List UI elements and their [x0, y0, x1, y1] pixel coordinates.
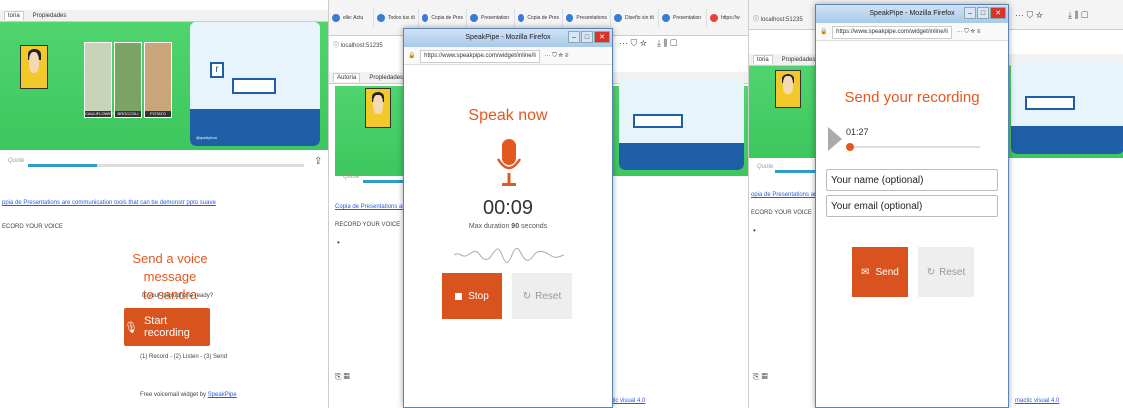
- tab-propiedades[interactable]: Propiedades: [30, 12, 70, 20]
- lock-icon: 🔒: [820, 29, 828, 35]
- window-controls: – □ ✕: [964, 7, 1006, 19]
- slide-progress-bar[interactable]: [775, 170, 815, 173]
- screenshot-panel-3: ⓘ localhost:51235 ··· ⛉ ☆ ⤓ ⫼ ▢ toria Pr…: [748, 0, 1123, 408]
- close-icon[interactable]: ✕: [594, 31, 610, 43]
- mic-question: Is your microphone ready?: [142, 293, 214, 299]
- speak-now-heading: Speak now: [468, 107, 548, 124]
- recording-timer: 00:09: [482, 197, 534, 219]
- slide-progress-bar[interactable]: [28, 164, 304, 167]
- card-broccoli: BROCCOLI: [114, 42, 142, 118]
- slide-preview: [1011, 62, 1123, 154]
- record-label: ECORD YOUR VOICE: [751, 210, 812, 216]
- send-recording-heading: Send your recording: [844, 89, 980, 106]
- toolbar-icons[interactable]: ··· ⛉ ☆ ⤓ ⫼ ▢: [1015, 10, 1088, 21]
- reset-icon: ↻: [926, 266, 936, 278]
- record-label: ECORD YOUR VOICE: [2, 224, 63, 230]
- editor-tabs: toria Propiedades: [0, 10, 328, 22]
- editor-icons[interactable]: ⎘ ▦: [335, 372, 350, 382]
- max-duration: Max duration 90 seconds: [468, 223, 548, 230]
- answer-boxes: [633, 114, 683, 128]
- answer-boxes: [1025, 96, 1075, 110]
- slide-footer: @quizlyhoo: [196, 135, 217, 140]
- browser-tab[interactable]: Copia de Pres: [515, 9, 563, 27]
- avatar: [20, 45, 48, 89]
- playback-time: 01:27: [846, 127, 869, 137]
- share-icon[interactable]: ⇪: [314, 156, 322, 167]
- speakpipe-window: SpeakPipe - Mozilla Firefox – □ ✕ 🔒 http…: [403, 28, 613, 408]
- tab-propiedades[interactable]: Propiedades: [779, 56, 819, 64]
- stop-icon: [455, 292, 463, 300]
- envelope-icon: ✉: [861, 266, 870, 278]
- url-actions[interactable]: ··· ⛉ ☆ ≡: [545, 53, 569, 59]
- tab-autoria[interactable]: toria: [4, 11, 24, 20]
- browser-tab[interactable]: Todos tus di: [374, 9, 419, 27]
- name-field[interactable]: Your name (optional): [826, 169, 998, 191]
- avatar: [365, 88, 391, 128]
- email-field[interactable]: Your email (optional): [826, 195, 998, 217]
- browser-tab-strip: elle: Actu Todos tus di Copia de Pres Pr…: [329, 9, 748, 27]
- slide-preview: r @quizlyhoo: [190, 22, 320, 146]
- close-icon[interactable]: ✕: [990, 7, 1006, 19]
- tab-autoria[interactable]: Autoría: [333, 73, 361, 82]
- slide-progress-fill: [28, 164, 97, 167]
- reset-button[interactable]: ↻ Reset: [918, 247, 974, 297]
- maximize-icon[interactable]: □: [977, 7, 989, 19]
- browser-tab[interactable]: Presentation: [659, 9, 707, 27]
- slide-preview: [619, 80, 744, 170]
- footer-link[interactable]: mactic visual 4.0: [1015, 398, 1059, 404]
- bullet: •: [753, 226, 756, 235]
- tab-propiedades[interactable]: Propiedades: [366, 74, 406, 82]
- letter-box: r: [210, 62, 224, 78]
- widget-footer: Free voicemail widget by SpeakPipe: [140, 392, 237, 398]
- browser-tab[interactable]: Copia de Pres: [419, 9, 467, 27]
- card-cauliflower: CAULIFLOWER: [84, 42, 114, 118]
- steps-indicator: (1) Record - (2) Listen - (3) Send: [140, 354, 228, 360]
- browser-tab[interactable]: Diseño sin tít: [611, 9, 659, 27]
- record-label: RECORD YOUR VOICE: [335, 222, 401, 228]
- window-controls: – □ ✕: [568, 31, 610, 43]
- screenshot-panel-2: elle: Actu Todos tus di Copia de Pres Pr…: [328, 0, 748, 408]
- stop-button[interactable]: Stop: [442, 273, 502, 319]
- microphone-icon: 🎙: [124, 321, 138, 334]
- popup-url-bar[interactable]: 🔒 https://www.speakpipe.com/widget/inlin…: [816, 23, 1008, 41]
- browser-tab[interactable]: Presentation: [467, 9, 515, 27]
- speakpipe-window: SpeakPipe - Mozilla Firefox – □ ✕ 🔒 http…: [815, 4, 1009, 408]
- playback-thumb[interactable]: [846, 143, 854, 151]
- waveform: [454, 247, 564, 263]
- minimize-icon[interactable]: –: [964, 7, 976, 19]
- address-bar[interactable]: ⓘ localhost:51235: [333, 40, 383, 49]
- maximize-icon[interactable]: □: [581, 31, 593, 43]
- browser-tab[interactable]: Presentations: [563, 9, 611, 27]
- popup-url-bar[interactable]: 🔒 https://www.speakpipe.com/widget/inlin…: [404, 47, 612, 65]
- minimize-icon[interactable]: –: [568, 31, 580, 43]
- lock-icon: 🔒: [408, 53, 416, 59]
- answer-boxes: [232, 78, 276, 94]
- play-icon[interactable]: [828, 127, 842, 151]
- card-potato: POTATO: [144, 42, 172, 118]
- toolbar-icons[interactable]: ··· ⛉ ☆ ⤓ ⫼ ▢: [619, 38, 677, 49]
- reset-icon: ↻: [522, 290, 532, 302]
- address-bar[interactable]: ⓘ localhost:51235: [753, 14, 803, 23]
- caption-mark: Quote: [343, 174, 360, 180]
- tab-autoria[interactable]: toria: [753, 55, 773, 64]
- microphone-icon: [496, 139, 522, 186]
- reset-button[interactable]: ↻ Reset: [512, 273, 572, 319]
- speakpipe-link[interactable]: SpeakPipe: [208, 392, 237, 398]
- screenshot-panel-1: toria Propiedades CAULIFLOWER BROCCOLI P…: [0, 0, 328, 408]
- presentation-link[interactable]: Copia de Presentations are c: [335, 204, 412, 210]
- playback-track[interactable]: [846, 146, 980, 148]
- send-button[interactable]: ✉ Send: [852, 247, 908, 297]
- vegetable-cards: CAULIFLOWER BROCCOLI POTATO: [84, 42, 172, 118]
- browser-tab[interactable]: https://w: [707, 9, 748, 27]
- avatar: [775, 70, 801, 108]
- editor-icons[interactable]: ⎘ ▦: [753, 372, 768, 382]
- url-actions[interactable]: ··· ⛉ ☆ ≡: [957, 29, 981, 35]
- presentation-link[interactable]: ppia de Presentations are communication …: [2, 200, 216, 206]
- caption-mark: Quote: [757, 164, 774, 170]
- browser-tab[interactable]: elle: Actu: [329, 9, 374, 27]
- bullet: •: [337, 238, 340, 247]
- caption-mark: Quote: [8, 158, 25, 164]
- start-recording-button[interactable]: 🎙 Start recording: [124, 308, 210, 346]
